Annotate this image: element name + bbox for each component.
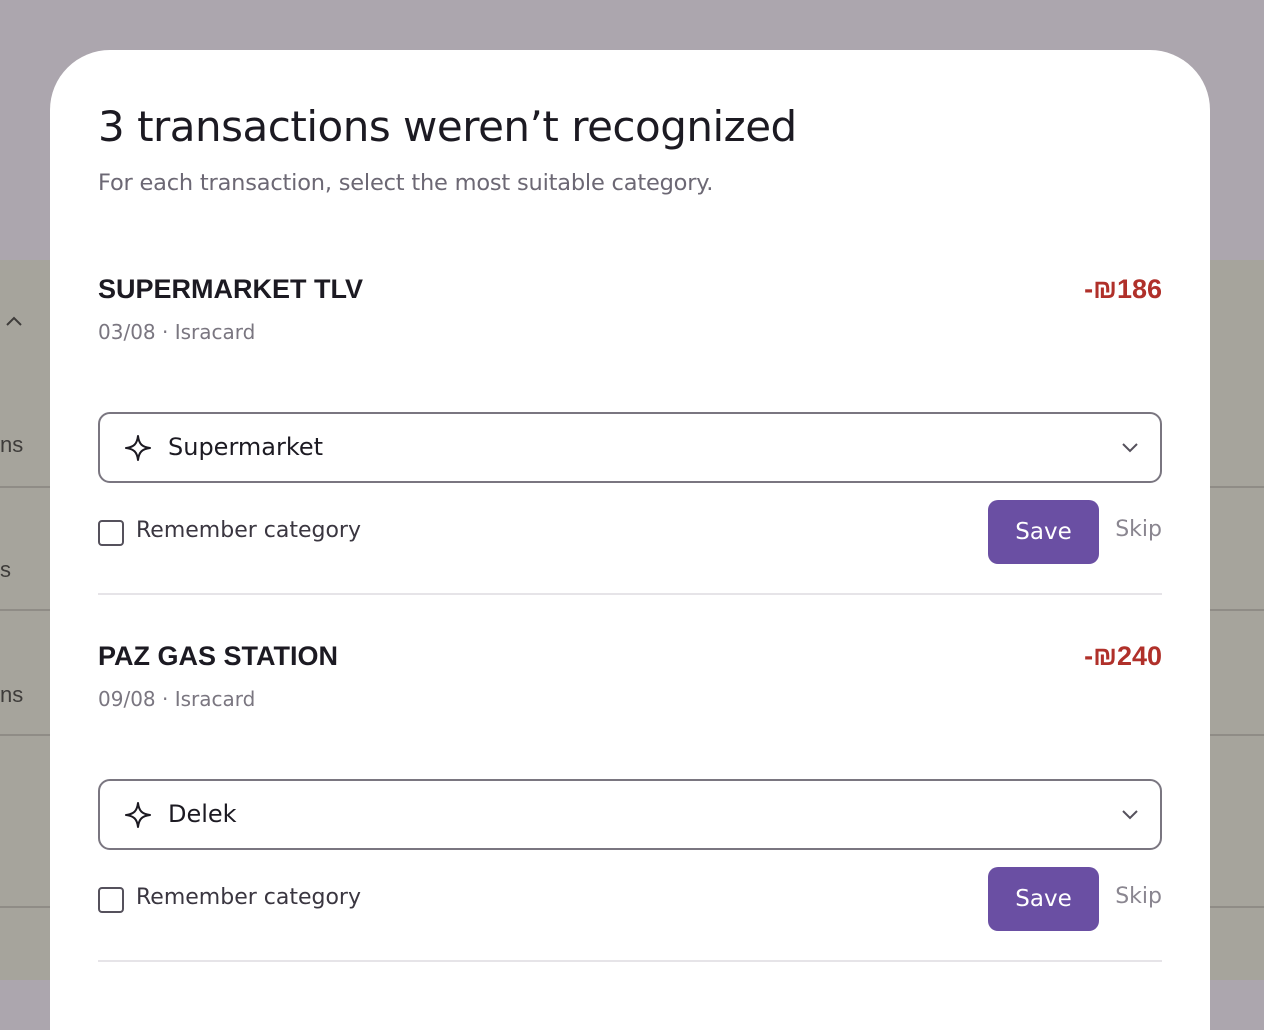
divider [98,593,1162,595]
modal-subtitle: For each transaction, select the most su… [98,170,714,196]
background-row-text: ns [0,682,24,707]
unrecognized-transactions-modal: 3 transactions weren’t recognized For ea… [50,50,1210,1030]
skip-button[interactable]: Skip [1115,517,1162,542]
category-select[interactable]: Supermarket [98,412,1162,483]
chevron-up-icon [6,316,22,326]
chevron-down-icon [1122,443,1138,453]
remember-category-label: Remember category [136,518,361,543]
transaction-amount: -₪186 [1084,274,1162,304]
background-row-text: ns [0,432,24,457]
save-button[interactable]: Save [988,867,1099,931]
checkbox-box[interactable] [98,520,124,546]
save-button[interactable]: Save [988,500,1099,564]
category-selected-value: Delek [168,800,237,828]
transaction-meta: 09/08 · Isracard [98,687,256,711]
remember-category-label: Remember category [136,885,361,910]
transaction-amount: -₪240 [1084,641,1162,671]
checkbox-box[interactable] [98,887,124,913]
transaction-meta: 03/08 · Isracard [98,320,256,344]
background-row-text: s [0,557,11,582]
skip-button[interactable]: Skip [1115,884,1162,909]
transaction-item: SUPERMARKET TLV -₪186 03/08 · Isracard S… [98,274,1162,624]
category-selected-value: Supermarket [168,433,324,461]
transaction-item: PAZ GAS STATION -₪240 09/08 · Isracard D… [98,641,1162,991]
sparkle-icon [125,435,151,461]
chevron-down-icon [1122,810,1138,820]
merchant-name: PAZ GAS STATION [98,641,338,671]
category-select[interactable]: Delek [98,779,1162,850]
divider [98,960,1162,962]
merchant-name: SUPERMARKET TLV [98,274,364,304]
sparkle-icon [125,802,151,828]
modal-title: 3 transactions weren’t recognized [98,102,797,151]
